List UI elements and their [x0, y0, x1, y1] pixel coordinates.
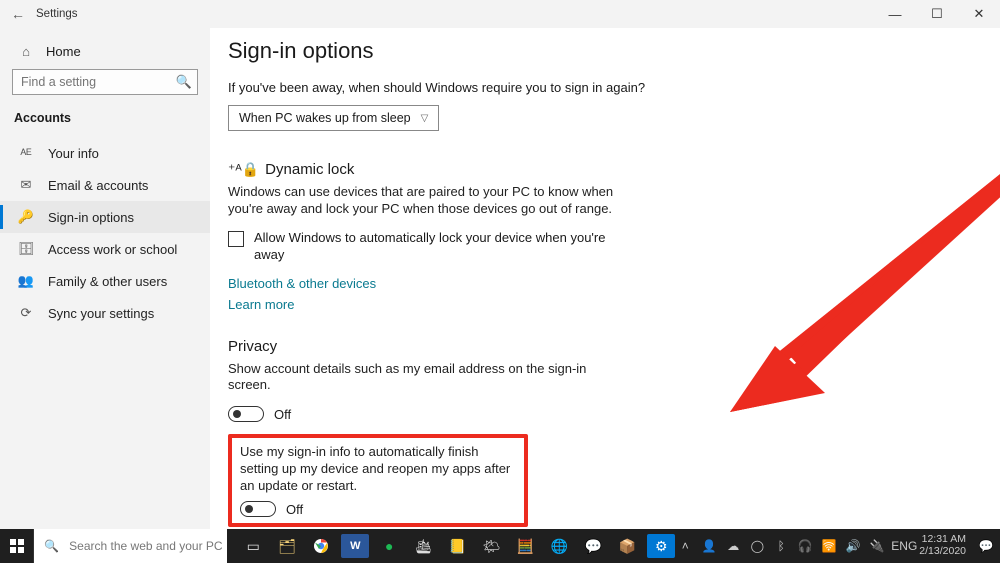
- start-button[interactable]: [0, 529, 33, 563]
- sidebar-item-signin-options[interactable]: 🔑 Sign-in options: [0, 201, 210, 233]
- toggle-show-account-state: Off: [274, 407, 291, 422]
- people-icon: 👥: [18, 273, 34, 289]
- nav-label: Sync your settings: [48, 306, 154, 321]
- app-title: Settings: [36, 8, 78, 20]
- dynamic-lock-checkbox[interactable]: [228, 231, 244, 247]
- key-icon: 🔑: [18, 209, 34, 225]
- sync-icon: ⟳: [18, 305, 34, 321]
- app-icon-2[interactable]: 🌤: [477, 534, 505, 558]
- taskbar-search[interactable]: 🔍 Search the web and your PC: [33, 529, 227, 563]
- tray-headset-icon[interactable]: 🎧: [795, 539, 815, 553]
- app-icon-3[interactable]: 📦: [613, 534, 641, 558]
- taskbar-search-placeholder: Search the web and your PC: [69, 539, 222, 553]
- require-signin-prompt: If you've been away, when should Windows…: [228, 80, 960, 95]
- file-explorer-icon[interactable]: 🗂: [273, 534, 301, 558]
- task-view-icon[interactable]: ▭: [239, 534, 267, 558]
- person-id-icon: ᴬᴱ: [18, 146, 34, 161]
- toggle-show-account-details[interactable]: [228, 406, 264, 422]
- system-tray: ˄ 👤 ☁ ◯ ᛒ 🎧 🛜 🔊 🔌 ENG 12:31 AM 2/13/2020…: [675, 534, 1000, 557]
- privacy-heading: Privacy: [228, 338, 960, 355]
- link-bluetooth-devices[interactable]: Bluetooth & other devices: [228, 276, 960, 291]
- sidebar: ⌂ Home 🔍 Accounts ᴬᴱ Your info ✉ Email &…: [0, 28, 210, 529]
- calculator-icon[interactable]: 🧮: [511, 534, 539, 558]
- home-link[interactable]: ⌂ Home: [0, 38, 210, 69]
- spotify-icon[interactable]: ●: [375, 534, 403, 558]
- home-icon: ⌂: [18, 44, 34, 59]
- windows-logo-icon: [10, 539, 24, 553]
- word-icon[interactable]: W: [341, 534, 369, 558]
- settings-search-input[interactable]: [12, 69, 198, 95]
- sidebar-item-sync[interactable]: ⟳ Sync your settings: [0, 297, 210, 329]
- back-button[interactable]: ←: [0, 6, 36, 22]
- dynamic-lock-desc: Windows can use devices that are paired …: [228, 184, 628, 218]
- tray-onedrive-icon[interactable]: ☁: [723, 539, 743, 553]
- sticky-notes-icon[interactable]: 📒: [443, 534, 471, 558]
- settings-taskbar-icon[interactable]: ⚙: [647, 534, 675, 558]
- notifications-icon[interactable]: 💬: [976, 539, 996, 553]
- taskbar-date: 2/13/2020: [919, 546, 966, 558]
- toggle-use-signin-info[interactable]: [240, 501, 276, 517]
- minimize-button[interactable]: —: [874, 7, 916, 22]
- dropdown-value: When PC wakes up from sleep: [239, 111, 411, 125]
- home-label: Home: [46, 44, 81, 59]
- nav-label: Family & other users: [48, 274, 167, 289]
- chevron-down-icon: ▽: [421, 113, 429, 124]
- mail-icon: ✉: [18, 177, 34, 193]
- tray-volume-icon[interactable]: 🔊: [843, 539, 863, 553]
- search-icon: 🔍: [176, 74, 192, 90]
- nav-label: Your info: [48, 146, 99, 161]
- browser-icon[interactable]: 🌐: [545, 534, 573, 558]
- taskbar-clock[interactable]: 12:31 AM 2/13/2020: [915, 534, 972, 557]
- tray-bluetooth-icon[interactable]: ᛒ: [771, 539, 791, 553]
- tray-up-icon[interactable]: ˄: [675, 539, 695, 553]
- tray-power-icon[interactable]: 🔌: [867, 539, 887, 553]
- sidebar-item-work-school[interactable]: 🗄 Access work or school: [0, 233, 210, 265]
- discord-icon[interactable]: 💬: [579, 534, 607, 558]
- nav-label: Email & accounts: [48, 178, 148, 193]
- close-button[interactable]: ✕: [958, 6, 1000, 22]
- privacy-signin-desc: Use my sign-in info to automatically fin…: [240, 444, 516, 495]
- sidebar-item-email[interactable]: ✉ Email & accounts: [0, 169, 210, 201]
- tray-lang[interactable]: ENG: [891, 539, 911, 553]
- dynamic-lock-checkbox-label: Allow Windows to automatically lock your…: [254, 230, 628, 264]
- briefcase-icon: 🗄: [18, 241, 34, 257]
- maximize-button[interactable]: ☐: [916, 6, 958, 22]
- search-icon: 🔍: [34, 539, 69, 553]
- tray-people-icon[interactable]: 👤: [699, 539, 719, 553]
- taskbar: 🔍 Search the web and your PC ▭ 🗂 W ● 🛳 📒…: [0, 529, 1000, 563]
- require-signin-dropdown[interactable]: When PC wakes up from sleep ▽: [228, 105, 439, 131]
- tray-steam-icon[interactable]: ◯: [747, 539, 767, 553]
- titlebar: ← Settings — ☐ ✕: [0, 0, 1000, 28]
- dynamic-lock-heading: ⁺ᴬ🔒 Dynamic lock: [228, 161, 960, 178]
- sidebar-section-label: Accounts: [0, 109, 210, 137]
- nav-label: Access work or school: [48, 242, 177, 257]
- dynamic-lock-icon: ⁺ᴬ🔒: [228, 161, 259, 178]
- annotation-highlight-box: Use my sign-in info to automatically fin…: [228, 434, 528, 527]
- sidebar-item-your-info[interactable]: ᴬᴱ Your info: [0, 137, 210, 169]
- sidebar-item-family[interactable]: 👥 Family & other users: [0, 265, 210, 297]
- page-title: Sign-in options: [228, 38, 960, 64]
- privacy-account-desc: Show account details such as my email ad…: [228, 361, 628, 395]
- settings-search-wrapper: 🔍: [12, 69, 198, 95]
- chrome-icon[interactable]: [307, 534, 335, 558]
- content-area: Sign-in options If you've been away, whe…: [210, 28, 1000, 529]
- tray-network-icon[interactable]: 🛜: [819, 539, 839, 553]
- dynamic-lock-checkbox-row: Allow Windows to automatically lock your…: [228, 230, 628, 264]
- app-icon-1[interactable]: 🛳: [409, 534, 437, 558]
- toggle-use-signin-state: Off: [286, 502, 303, 517]
- link-learn-more-dynlock[interactable]: Learn more: [228, 297, 960, 312]
- dynamic-lock-title: Dynamic lock: [265, 161, 354, 178]
- nav-label: Sign-in options: [48, 210, 134, 225]
